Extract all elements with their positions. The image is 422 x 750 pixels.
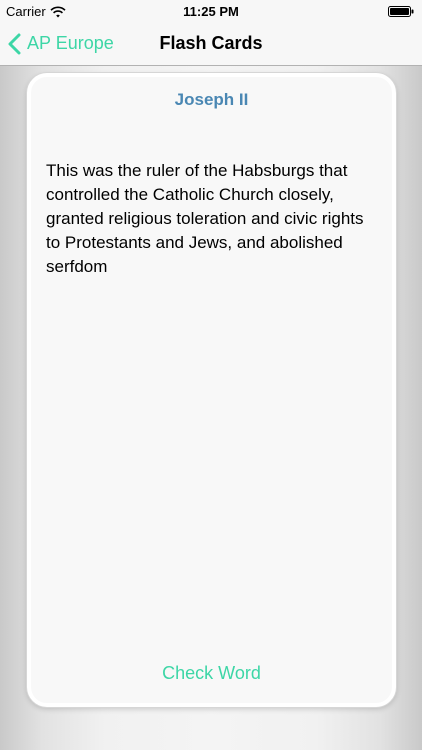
flash-card: Joseph II This was the ruler of the Habs… [27,73,396,707]
card-definition: This was the ruler of the Habsburgs that… [46,161,364,276]
status-time: 11:25 PM [183,4,239,19]
navigation-bar: AP Europe Flash Cards [0,22,422,66]
check-word-button[interactable]: Check Word [31,663,392,684]
back-button-label: AP Europe [27,33,114,53]
battery-icon [388,6,414,17]
back-button[interactable]: AP Europe [8,22,114,65]
card-term: Joseph II [174,90,249,109]
chevron-left-icon [8,33,21,54]
status-bar: Carrier 11:25 PM [0,0,422,22]
